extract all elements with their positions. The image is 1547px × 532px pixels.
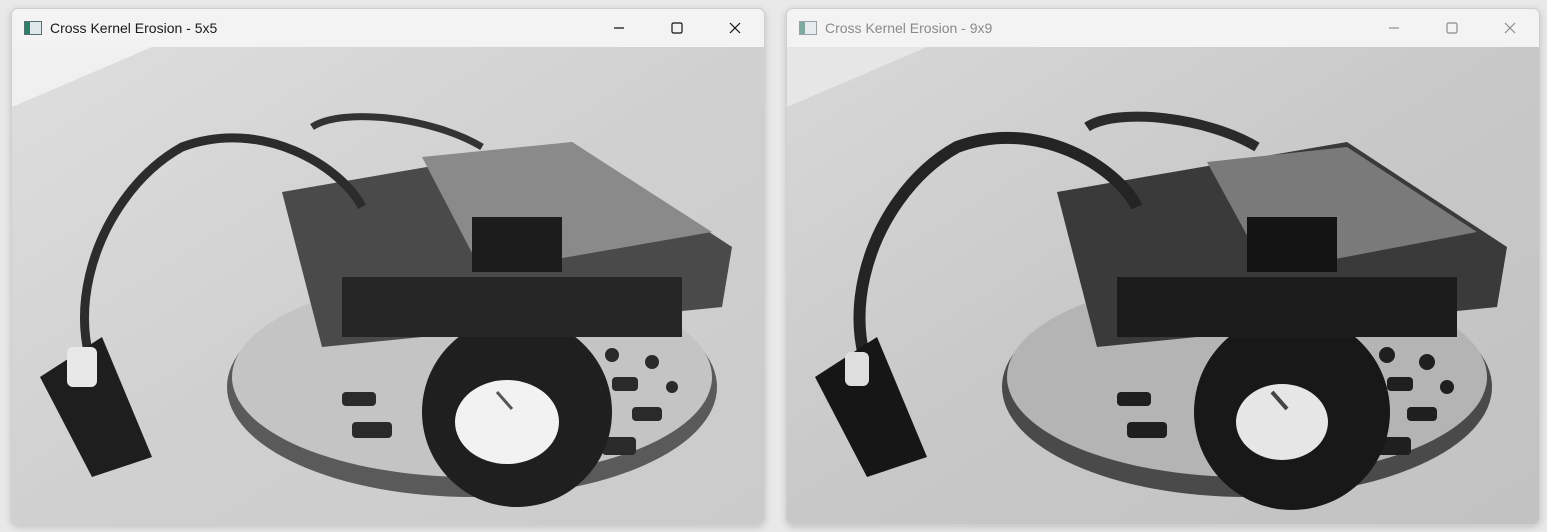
window-title: Cross Kernel Erosion - 9x9 (825, 20, 993, 36)
robot-photo-eroded (12, 47, 764, 524)
close-button[interactable] (1481, 9, 1539, 47)
minimize-icon (1389, 27, 1399, 29)
robot-photo-eroded (787, 47, 1539, 524)
maximize-icon (1446, 22, 1458, 34)
minimize-button[interactable] (590, 9, 648, 47)
window-controls (590, 9, 764, 47)
minimize-icon (614, 27, 624, 29)
title-bar[interactable]: Cross Kernel Erosion - 5x5 (12, 9, 764, 47)
image-viewport[interactable] (12, 47, 764, 524)
title-bar[interactable]: Cross Kernel Erosion - 9x9 (787, 9, 1539, 47)
maximize-button[interactable] (1423, 9, 1481, 47)
window-erosion-5x5[interactable]: Cross Kernel Erosion - 5x5 (11, 8, 765, 525)
close-icon (1504, 22, 1516, 34)
app-icon (24, 21, 42, 35)
close-button[interactable] (706, 9, 764, 47)
window-controls (1365, 9, 1539, 47)
window-title: Cross Kernel Erosion - 5x5 (50, 20, 218, 36)
maximize-button[interactable] (648, 9, 706, 47)
window-erosion-9x9[interactable]: Cross Kernel Erosion - 9x9 (786, 8, 1540, 525)
close-icon (729, 22, 741, 34)
desktop: Cross Kernel Erosion - 5x5 Cross Kernel … (0, 0, 1547, 532)
app-icon (799, 21, 817, 35)
maximize-icon (671, 22, 683, 34)
minimize-button[interactable] (1365, 9, 1423, 47)
image-viewport[interactable] (787, 47, 1539, 524)
